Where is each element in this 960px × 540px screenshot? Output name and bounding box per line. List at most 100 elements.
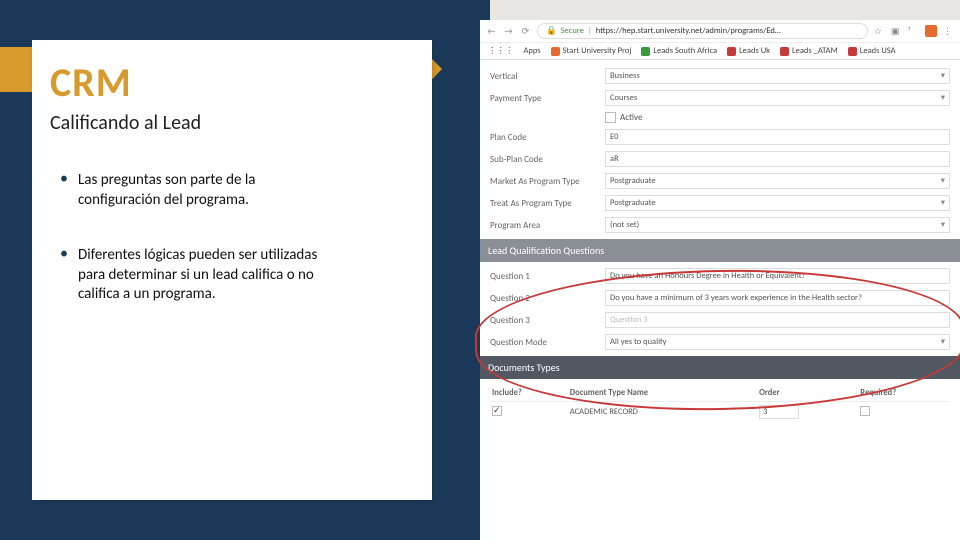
bookmark-label: Apps: [524, 46, 541, 56]
secure-label: Secure: [561, 26, 584, 36]
program-area-select[interactable]: (not set) ▾: [605, 217, 950, 233]
field-value: E0: [610, 132, 618, 142]
apps-icon[interactable]: ⋮⋮⋮: [488, 46, 514, 56]
col-order: Order: [757, 385, 858, 402]
field-label: Treat As Program Type: [490, 198, 605, 209]
required-checkbox[interactable]: [860, 406, 870, 416]
question-mode-select[interactable]: All yes to qualify ▾: [605, 334, 950, 350]
bullet-icon: •: [60, 246, 68, 305]
sub-plan-code-input[interactable]: aR: [605, 151, 950, 167]
bookmark-item[interactable]: Leads Uk: [727, 46, 770, 56]
field-row: Vertical Business ▾: [490, 68, 950, 84]
bookmark-item[interactable]: Start University Proj: [551, 46, 632, 56]
col-name: Document Type Name: [568, 385, 757, 402]
bullet-list: • Las preguntas son parte de la configura…: [50, 171, 414, 305]
forward-icon[interactable]: →: [503, 26, 514, 37]
field-row: Question 2 Do you have a minimum of 3 yea…: [490, 290, 950, 306]
field-label: Question 2: [490, 293, 605, 304]
table-row: ACADEMIC RECORD 3: [490, 402, 950, 423]
bullet-item: • Las preguntas son parte de la configura…: [60, 171, 414, 210]
bookmark-label: Leads Uk: [739, 46, 770, 56]
plan-code-input[interactable]: E0: [605, 129, 950, 145]
bullet-item: •Diferentes lógicas pueden ser utilizada…: [60, 246, 414, 305]
star-icon[interactable]: ☆: [874, 26, 885, 37]
lead-qual-header: Lead Qualification Questions: [480, 239, 960, 262]
bookmark-item[interactable]: Leads South Africa: [641, 46, 717, 56]
bookmark-label: Leads _ATAM: [792, 46, 838, 56]
include-checkbox[interactable]: [492, 406, 502, 416]
vertical-select[interactable]: Business ▾: [605, 68, 950, 84]
url-text: https://hep.start.university.net/admin/p…: [596, 26, 781, 36]
field-row: Sub-Plan CodeaR: [490, 151, 950, 167]
active-label: Active: [620, 112, 642, 123]
documents-table: Include? Document Type Name Order Requir…: [490, 385, 950, 422]
address-bar-row: ← → ⟳ 🔒 Secure | https://hep.start.unive…: [480, 20, 960, 43]
browser-chrome: ← → ⟳ 🔒 Secure | https://hep.start.unive…: [480, 20, 960, 60]
question-3-input[interactable]: Question 3: [605, 312, 950, 328]
field-row: Market As Program Type Postgraduate ▾: [490, 173, 950, 189]
profile-avatar[interactable]: [925, 25, 937, 37]
field-label: Question Mode: [490, 337, 605, 348]
field-row: Treat As Program TypePostgraduate▾: [490, 195, 950, 211]
bookmark-label: Leads USA: [860, 46, 896, 56]
field-row: Plan CodeE0: [490, 129, 950, 145]
bookmark-label: Leads South Africa: [653, 46, 717, 56]
bookmark-item[interactable]: Leads USA: [848, 46, 896, 56]
field-value: aR: [610, 154, 619, 164]
back-icon[interactable]: ←: [486, 26, 497, 37]
market-as-select[interactable]: Postgraduate ▾: [605, 173, 950, 189]
field-label: Market As Program Type: [490, 176, 605, 187]
field-label: Question 3: [490, 315, 605, 326]
treat-as-select[interactable]: Postgraduate▾: [605, 195, 950, 211]
browser-screenshot: ← → ⟳ 🔒 Secure | https://hep.start.unive…: [480, 20, 960, 540]
field-value: Question 3: [610, 315, 648, 325]
bookmark-icon: [780, 47, 789, 56]
order-value: 3: [763, 407, 767, 417]
field-value: (not set): [610, 220, 639, 230]
field-value: Courses: [610, 93, 637, 103]
address-bar[interactable]: 🔒 Secure | https://hep.start.university.…: [537, 23, 868, 39]
bookmark-icon: [551, 47, 560, 56]
slide-subtitle: Calificando al Lead: [50, 111, 414, 135]
menu-icon[interactable]: ⋮: [943, 26, 954, 37]
field-row: Question 3 Question 3: [490, 312, 950, 328]
order-input[interactable]: 3: [759, 405, 799, 419]
bullet-icon: •: [60, 171, 68, 210]
bullet-text: Las preguntas son parte de la configurac…: [78, 171, 338, 210]
field-value: All yes to qualify: [610, 337, 667, 347]
field-value: Business: [610, 71, 640, 81]
cast-icon[interactable]: ▣: [891, 26, 902, 37]
slide-title: CRM: [50, 58, 414, 107]
translate-icon[interactable]: ᵀ: [908, 26, 919, 37]
chevron-down-icon: ▾: [941, 220, 945, 230]
reload-icon[interactable]: ⟳: [520, 26, 531, 37]
question-1-input[interactable]: Do you have an Honours Degree in Health …: [605, 268, 950, 284]
bookmark-icon: [641, 47, 650, 56]
chevron-down-icon: ▾: [941, 71, 945, 81]
field-row: Payment TypeCourses▾: [490, 90, 950, 106]
program-form: VerticalBusiness▾ Payment TypeCourses▾ A…: [480, 60, 960, 430]
bookmark-icon: [727, 47, 736, 56]
chevron-down-icon: ▾: [941, 93, 945, 103]
bullet-text: Diferentes lógicas pueden ser utilizadas…: [78, 246, 338, 305]
field-value: Postgraduate: [610, 176, 656, 186]
bookmarks-bar: ⋮⋮⋮ Apps Start University Proj Leads Sou…: [480, 43, 960, 59]
field-value: Do you have a minimum of 3 years work ex…: [610, 293, 862, 303]
bookmark-item[interactable]: Apps: [524, 46, 541, 56]
payment-type-select[interactable]: Courses ▾: [605, 90, 950, 106]
bookmark-item[interactable]: Leads _ATAM: [780, 46, 838, 56]
field-value: Postgraduate: [610, 198, 656, 208]
field-label: Vertical: [490, 71, 605, 82]
field-row: Question 1Do you have an Honours Degree …: [490, 268, 950, 284]
chevron-down-icon: ▾: [941, 176, 945, 186]
field-row: Program Area (not set) ▾: [490, 217, 950, 233]
field-label: Program Area: [490, 220, 605, 231]
content-card: CRM Calificando al Lead • Las preguntas s…: [32, 40, 432, 500]
col-include: Include?: [490, 385, 568, 402]
docs-header: Documents Types: [480, 356, 960, 379]
active-checkbox[interactable]: [605, 112, 616, 123]
bookmark-icon: [848, 47, 857, 56]
chevron-down-icon: ▾: [941, 337, 945, 347]
question-2-input[interactable]: Do you have a minimum of 3 years work ex…: [605, 290, 950, 306]
bookmark-label: Start University Proj: [563, 46, 632, 56]
